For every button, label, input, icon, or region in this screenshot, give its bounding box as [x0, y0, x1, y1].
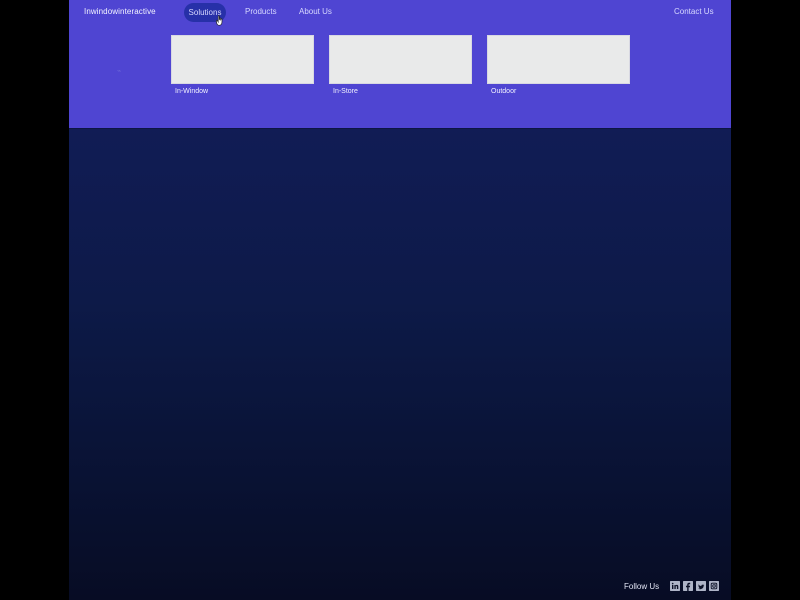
twitter-icon[interactable] [696, 581, 706, 591]
instagram-icon[interactable] [709, 581, 719, 591]
solutions-mega-menu: Inwindowinteractive Solutions Products A… [69, 0, 731, 128]
social-links [670, 581, 719, 593]
nav-about-us[interactable]: About Us [299, 7, 332, 16]
in-window-card-label[interactable]: In-Window [175, 88, 208, 95]
top-navigation: Inwindowinteractive Solutions Products A… [69, 0, 731, 26]
nav-contact-us[interactable]: Contact Us [674, 7, 714, 16]
facebook-icon[interactable] [683, 581, 693, 591]
follow-us-label: Follow Us [624, 582, 660, 591]
outdoor-card-image[interactable] [487, 35, 630, 84]
in-store-card-label[interactable]: In-Store [333, 88, 358, 95]
website-viewport: Inwindowinteractive Solutions Products A… [69, 0, 731, 600]
in-store-card-image[interactable] [329, 35, 472, 84]
decorative-mark: ⌁ [117, 68, 122, 75]
brand-logo[interactable]: Inwindowinteractive [84, 7, 156, 16]
linkedin-icon[interactable] [670, 581, 680, 591]
outdoor-card-label[interactable]: Outdoor [491, 88, 516, 95]
nav-products[interactable]: Products [245, 7, 277, 16]
hand-cursor-icon [216, 15, 223, 26]
solution-cards: In-Window In-Store Outdoor [171, 35, 631, 100]
in-window-card-image[interactable] [171, 35, 314, 84]
